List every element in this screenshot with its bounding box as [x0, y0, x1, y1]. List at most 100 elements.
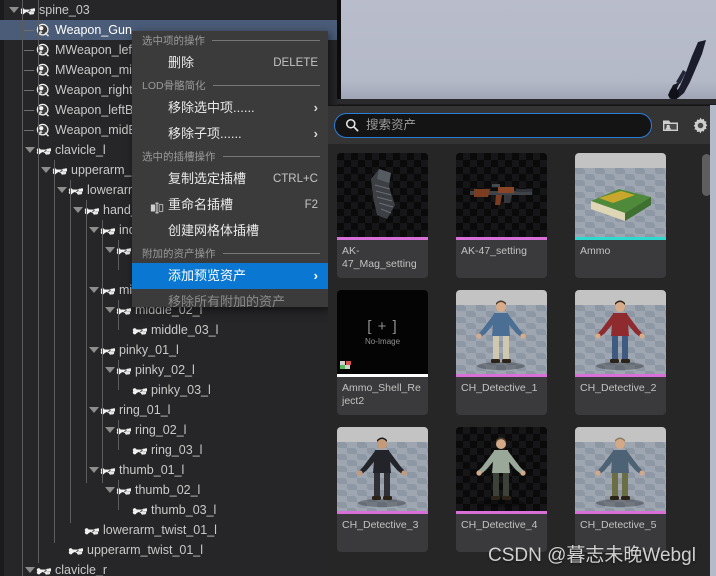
asset-card[interactable]: [ + ] No-Image Ammo_Shell_Reject2 — [337, 290, 428, 415]
chevron-down-icon[interactable] — [104, 360, 115, 380]
asset-name-label: CH_Detective_4 — [461, 519, 538, 531]
chevron-down-icon[interactable] — [40, 160, 51, 180]
bone-icon — [67, 540, 85, 560]
tree-row-label: middle_03_l — [151, 323, 219, 337]
tree-row[interactable]: ring_03_l — [0, 440, 337, 460]
tree-row[interactable]: lowerarm_twist_01_l — [0, 520, 337, 540]
tree-row[interactable]: ring_02_l — [0, 420, 337, 440]
tree-connector — [24, 120, 35, 140]
asset-search-input[interactable] — [366, 118, 641, 132]
tree-row[interactable]: thumb_03_l — [0, 500, 337, 520]
tree-row[interactable]: upperarm_twist_01_l — [0, 540, 337, 560]
chevron-down-icon[interactable] — [104, 420, 115, 440]
bone-icon — [131, 500, 149, 520]
tree-connector — [24, 100, 35, 120]
folder-settings-button[interactable] — [658, 113, 682, 137]
menu-item[interactable]: 添加预览资产 › — [132, 263, 328, 289]
menu-item[interactable]: 移除选中项...... › — [132, 95, 328, 121]
tree-row[interactable]: pinky_02_l — [0, 360, 337, 380]
asset-name-label: CH_Detective_2 — [580, 382, 657, 394]
tree-row-label: ring_01_l — [119, 403, 171, 417]
menu-item-label: 添加预览资产 — [168, 268, 247, 283]
asset-card[interactable]: CH_Detective_2 — [575, 290, 666, 415]
preview-viewport[interactable] — [337, 0, 716, 104]
menu-item-label: 创建网格体插槽 — [168, 223, 260, 238]
chevron-down-icon[interactable] — [24, 560, 35, 576]
tree-row[interactable]: thumb_02_l — [0, 480, 337, 500]
menu-section-label: 选中项的操作 — [142, 35, 205, 47]
tree-row-label: MWeapon_left — [55, 43, 136, 57]
socket-icon — [35, 60, 53, 80]
chevron-down-icon[interactable] — [104, 300, 115, 320]
menu-item[interactable]: 重命名插槽 F2 — [132, 192, 328, 218]
settings-button[interactable] — [688, 113, 712, 137]
asset-browser-panel[interactable]: AK-47_Mag_setting AK-47_setting Ammo [ + ] N… — [328, 105, 716, 576]
chevron-down-icon[interactable] — [88, 460, 99, 480]
socket-icon — [35, 100, 53, 120]
rename-icon — [150, 198, 164, 214]
asset-card[interactable]: AK-47_setting — [456, 153, 547, 278]
bone-icon — [35, 560, 53, 576]
thumbnail-art — [575, 290, 666, 374]
tree-row[interactable]: thumb_01_l — [0, 460, 337, 480]
thumbnail-art — [456, 153, 547, 237]
menu-item[interactable]: 删除 DELETE — [132, 50, 328, 76]
menu-item-label: 重命名插槽 — [168, 197, 234, 212]
asset-thumbnail — [456, 290, 547, 374]
thumbnail-art — [456, 290, 547, 374]
tree-row[interactable]: middle_03_l — [0, 320, 337, 340]
asset-row: CH_Detective_3 CH_Detective_4 CH_Detective… — [337, 427, 716, 564]
bone-icon — [19, 0, 37, 20]
menu-item[interactable]: 复制选定插槽 CTRL+C — [132, 166, 328, 192]
bone-icon — [83, 520, 101, 540]
chevron-down-icon[interactable] — [88, 340, 99, 360]
thumbnail-art — [337, 427, 428, 511]
bone-icon — [115, 420, 133, 440]
search-icon — [345, 118, 359, 132]
tree-row[interactable]: pinky_01_l — [0, 340, 337, 360]
no-image-label: No-Image — [364, 337, 401, 346]
tree-row-label: upperarm_l — [71, 163, 135, 177]
chevron-down-icon[interactable] — [8, 0, 19, 20]
menu-section-rule — [212, 85, 320, 86]
tree-row[interactable]: spine_03 — [0, 0, 337, 20]
chevron-down-icon[interactable] — [88, 280, 99, 300]
tree-row-label: clavicle_l — [55, 143, 106, 157]
menu-section-rule — [212, 40, 320, 41]
asset-card[interactable]: CH_Detective_1 — [456, 290, 547, 415]
asset-card[interactable]: CH_Detective_5 — [575, 427, 666, 552]
chevron-down-icon[interactable] — [104, 240, 115, 260]
tree-row-label: ring_02_l — [135, 423, 187, 437]
menu-section-label: 选中的插槽操作 — [142, 151, 216, 163]
menu-item[interactable]: 创建网格体插槽 — [132, 218, 328, 244]
thumbnail-art — [575, 153, 666, 237]
tree-row-label: Weapon_midB — [55, 123, 137, 137]
thumbnail-art — [337, 153, 428, 237]
bone-icon — [115, 300, 133, 320]
tree-row[interactable]: ring_01_l — [0, 400, 337, 420]
tree-row[interactable]: clavicle_r — [0, 560, 337, 576]
chevron-down-icon[interactable] — [104, 480, 115, 500]
asset-card[interactable]: AK-47_Mag_setting — [337, 153, 428, 278]
chevron-down-icon[interactable] — [24, 140, 35, 160]
asset-card[interactable]: CH_Detective_4 — [456, 427, 547, 552]
asset-card[interactable]: CH_Detective_3 — [337, 427, 428, 552]
tree-row[interactable]: pinky_03_l — [0, 380, 337, 400]
chevron-down-icon[interactable] — [56, 180, 67, 200]
viewport-bottom-bar — [337, 99, 716, 104]
asset-name-label: Ammo — [580, 245, 611, 257]
menu-section-rule — [222, 156, 320, 157]
asset-card[interactable]: Ammo — [575, 153, 666, 278]
bone-icon — [99, 220, 117, 240]
chevron-down-icon[interactable] — [88, 220, 99, 240]
menu-item[interactable]: 移除子项...... › — [132, 121, 328, 147]
chevron-down-icon[interactable] — [88, 400, 99, 420]
asset-search-box[interactable] — [334, 112, 652, 138]
menu-item-label: 移除所有附加的资产 — [168, 294, 286, 309]
chevron-down-icon[interactable] — [72, 200, 83, 220]
asset-grid[interactable]: AK-47_Mag_setting AK-47_setting Ammo [ + ] N… — [328, 144, 716, 576]
tree-connector — [24, 60, 35, 80]
asset-thumbnail — [456, 153, 547, 237]
bone-context-menu[interactable]: 选中项的操作 删除 DELETE LOD骨骼简化 移除选中项...... › 移除子项...… — [132, 31, 328, 309]
